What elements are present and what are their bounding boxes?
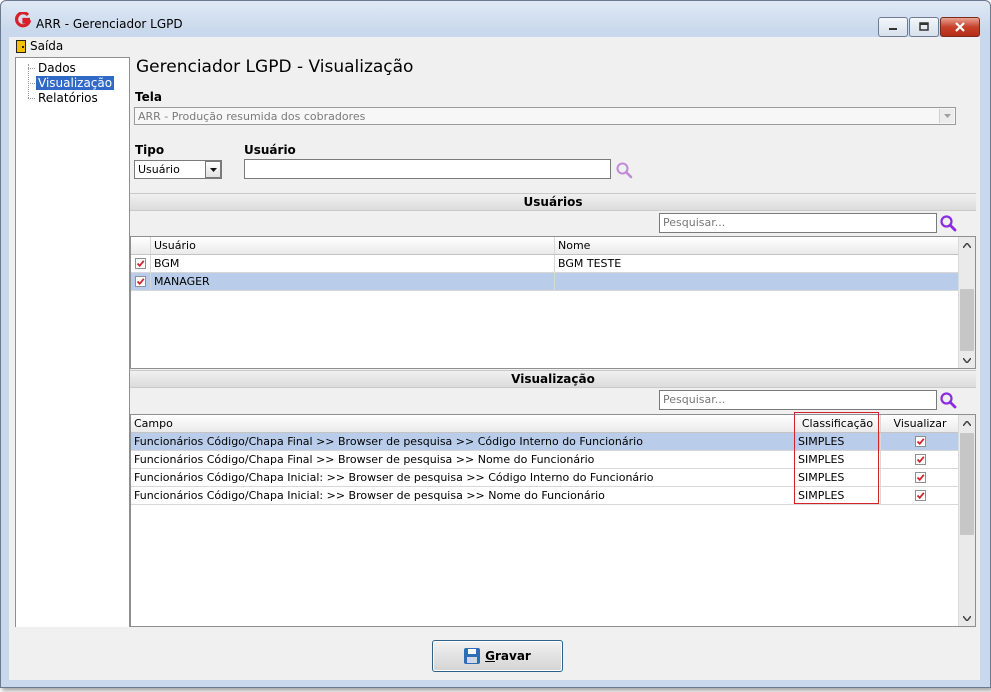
chevron-up-icon	[963, 242, 971, 248]
tree-item-relatorios[interactable]: Relatórios	[36, 91, 100, 105]
scroll-up-button[interactable]	[959, 237, 975, 253]
navigation-tree: Dados Visualização Relatórios	[15, 57, 130, 629]
usuarios-search-icon[interactable]	[939, 214, 959, 234]
usuarios-grid: Usuário Nome BGM BGM TESTE MANAGER	[130, 236, 976, 369]
checkbox-checked[interactable]	[135, 258, 146, 269]
tela-select-value: ARR - Produção resumida dos cobradores	[138, 110, 366, 123]
scroll-down-button[interactable]	[959, 610, 975, 626]
table-row[interactable]: BGM BGM TESTE	[131, 255, 959, 273]
usuarios-scrollbar[interactable]	[958, 237, 975, 368]
checkmark-icon	[916, 492, 924, 500]
tree-connector	[28, 68, 35, 69]
visualizacao-scrollbar[interactable]	[958, 415, 975, 626]
close-button[interactable]	[940, 17, 980, 37]
checkbox-checked[interactable]	[914, 436, 926, 447]
app-window: ARR - Gerenciador LGPD Saída Dados Visua…	[0, 0, 991, 688]
usuarios-section-header: Usuários	[130, 193, 976, 211]
cell-visualizar[interactable]	[881, 451, 959, 468]
scroll-thumb[interactable]	[960, 433, 974, 535]
cell-usuario: BGM	[151, 255, 555, 272]
column-header-visualizar[interactable]: Visualizar	[881, 415, 959, 432]
usuarios-check-column	[131, 237, 151, 254]
column-header-campo[interactable]: Campo	[131, 415, 795, 432]
scroll-down-button[interactable]	[959, 352, 975, 368]
cell-usuario: MANAGER	[151, 273, 555, 290]
cell-visualizar[interactable]	[881, 469, 959, 486]
cell-campo: Funcionários Código/Chapa Final >> Brows…	[131, 433, 795, 450]
cell-nome: BGM TESTE	[558, 257, 622, 270]
page-title: Gerenciador LGPD - Visualização	[136, 57, 414, 77]
tela-select[interactable]: ARR - Produção resumida dos cobradores	[134, 107, 956, 125]
menu-exit[interactable]: Saída	[16, 39, 63, 53]
minimize-icon	[889, 28, 897, 30]
menu-exit-label: Saída	[30, 39, 64, 53]
chevron-down-icon	[963, 615, 971, 621]
tree-item-dados[interactable]: Dados	[36, 61, 78, 75]
usuario-search-icon[interactable]	[615, 161, 635, 181]
column-header-nome[interactable]: Nome	[555, 237, 959, 254]
chevron-down-icon	[943, 114, 951, 118]
table-row[interactable]: MANAGER	[131, 273, 959, 291]
cell-campo: Funcionários Código/Chapa Final >> Brows…	[131, 451, 795, 468]
cell-campo: Funcionários Código/Chapa Inicial: >> Br…	[131, 469, 795, 486]
checkmark-icon	[916, 474, 924, 482]
visualizacao-search-input[interactable]: Pesquisar...	[659, 390, 937, 410]
row-checkbox[interactable]	[131, 255, 151, 272]
maximize-button[interactable]	[909, 17, 939, 37]
visualizacao-search-icon[interactable]	[939, 391, 959, 411]
cell-visualizar[interactable]	[881, 433, 959, 450]
checkmark-icon	[136, 278, 145, 286]
column-header-usuario[interactable]: Usuário	[151, 237, 555, 254]
app-logo-icon	[15, 12, 31, 28]
save-button-label: Gravar	[485, 649, 531, 663]
visualizacao-section-header: Visualização	[130, 370, 976, 388]
tipo-label: Tipo	[135, 143, 165, 157]
usuario-input[interactable]	[244, 159, 611, 179]
menu-bar: Saída	[9, 37, 980, 55]
scroll-up-button[interactable]	[959, 415, 975, 431]
tree-connector	[28, 64, 29, 98]
window-title: ARR - Gerenciador LGPD	[36, 17, 183, 31]
usuario-label: Usuário	[244, 143, 296, 157]
tela-label: Tela	[135, 90, 162, 104]
client-area: Saída Dados Visualização Relatórios Gere…	[9, 37, 980, 680]
tree-connector	[28, 98, 35, 99]
exit-door-icon	[16, 39, 26, 53]
save-button[interactable]: Gravar	[432, 640, 563, 672]
usuarios-grid-header: Usuário Nome	[131, 237, 959, 255]
checkbox-checked[interactable]	[135, 276, 146, 287]
checkbox-checked[interactable]	[914, 472, 926, 483]
checkbox-checked[interactable]	[914, 490, 926, 501]
tree-connector	[28, 83, 35, 84]
title-bar[interactable]: ARR - Gerenciador LGPD	[1, 1, 990, 37]
classificacao-highlight-box	[794, 412, 879, 504]
scroll-thumb[interactable]	[960, 289, 974, 351]
checkbox-checked[interactable]	[914, 454, 926, 465]
tree-item-visualizacao[interactable]: Visualização	[36, 76, 115, 90]
maximize-icon	[919, 22, 929, 31]
cell-campo: Funcionários Código/Chapa Inicial: >> Br…	[131, 487, 795, 504]
checkmark-icon	[136, 260, 145, 268]
minimize-button[interactable]	[878, 17, 908, 37]
floppy-disk-icon	[464, 648, 481, 664]
tipo-select-value: Usuário	[138, 163, 180, 176]
tipo-select[interactable]: Usuário	[134, 160, 222, 179]
row-checkbox[interactable]	[131, 273, 151, 290]
checkmark-icon	[916, 438, 924, 446]
usuarios-search-input[interactable]: Pesquisar...	[659, 213, 937, 233]
cell-visualizar[interactable]	[881, 487, 959, 504]
tipo-dropdown-arrow[interactable]	[205, 161, 221, 178]
chevron-down-icon	[963, 357, 971, 363]
tela-dropdown-arrow[interactable]	[939, 109, 954, 123]
close-icon	[955, 22, 965, 32]
chevron-up-icon	[963, 420, 971, 426]
chevron-down-icon	[209, 167, 217, 172]
checkmark-icon	[916, 456, 924, 464]
cell-nome	[555, 273, 959, 290]
